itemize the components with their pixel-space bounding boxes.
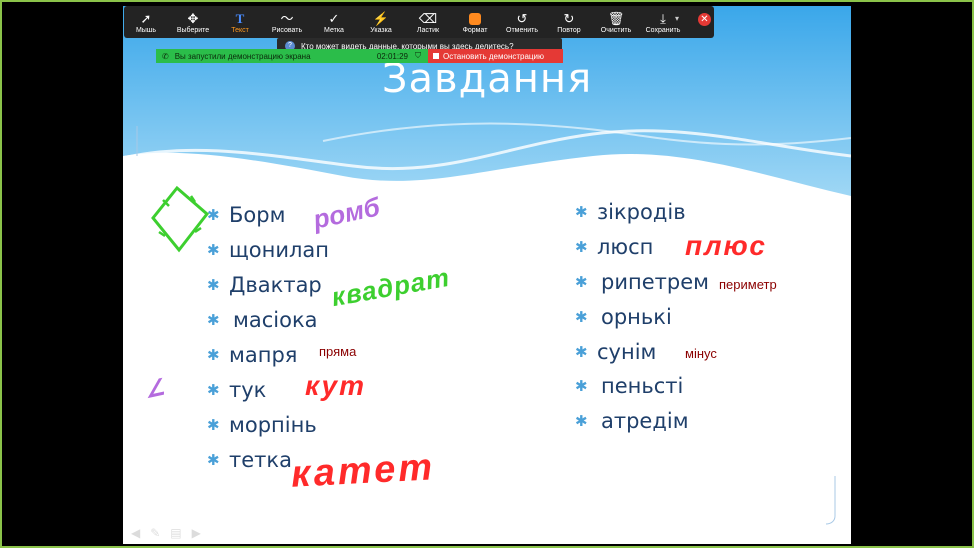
bullet-star-icon: ✱	[207, 381, 220, 399]
list-item: ✱ масіока	[207, 308, 318, 332]
tool-eraser[interactable]: ⌫ Ластик	[406, 11, 450, 34]
list-item: ✱ морпінь	[207, 413, 317, 437]
list-item: ✱ люсп	[575, 235, 654, 259]
annotation-plius: плюс	[685, 230, 767, 261]
bullet-star-icon: ✱	[575, 203, 588, 221]
list-item: ✱ сунім	[575, 340, 657, 364]
annotation-priama: пряма	[319, 344, 357, 359]
list-item: ✱ Борм	[207, 203, 286, 227]
bullet-star-icon: ✱	[207, 451, 220, 469]
menu-icon[interactable]: ▤	[170, 526, 181, 540]
tool-stamp[interactable]: ✓ Метка	[312, 11, 356, 34]
annotation-kut: кут	[305, 370, 367, 401]
bullet-star-icon: ✱	[575, 273, 588, 291]
text-icon: T	[235, 10, 245, 26]
rhombus-sketch-icon	[151, 185, 210, 253]
list-item: ✱ тук	[207, 378, 267, 402]
stop-icon	[433, 53, 439, 59]
trash-icon: 🗑	[607, 10, 625, 26]
list-item: ✱ мапря	[207, 343, 298, 367]
bullet-star-icon: ✱	[575, 412, 588, 430]
bullet-star-icon: ✱	[207, 311, 220, 329]
bullet-star-icon: ✱	[207, 346, 220, 364]
move-icon: ✥	[187, 10, 199, 26]
tool-spotlight[interactable]: ⚡ Указка	[359, 11, 403, 34]
close-icon[interactable]: ✕	[698, 13, 711, 26]
annotation-perymetr: периметр	[719, 277, 777, 292]
list-item: ✱ атредім	[575, 409, 689, 433]
draw-icon: 〜	[280, 10, 294, 26]
share-status: ✆ Вы запустили демонстрацию экрана 02:01…	[156, 49, 428, 63]
save-icon: ⤓	[660, 10, 666, 26]
list-item: ✱ зікродів	[575, 200, 686, 224]
tool-draw[interactable]: 〜 Рисовать	[265, 11, 309, 34]
presentation-slide: Завдання ✱ Борм ✱ щонилап ✱ Двактар ✱ масіок…	[123, 6, 851, 544]
share-timer: 02:01:29	[376, 51, 408, 61]
tool-undo[interactable]: ↺ Отменить	[500, 11, 544, 34]
list-item: ✱ пеньсті	[575, 374, 684, 398]
list-item: ✱ Двактар	[207, 273, 322, 297]
pen-icon[interactable]: ✎	[150, 526, 160, 540]
slide-nav-controls[interactable]: ◀ ✎ ▤ ▶	[131, 526, 201, 540]
annotation-katet: катет	[289, 446, 437, 496]
cursor-icon: ➚	[140, 10, 152, 26]
tool-mouse[interactable]: ➚ Мышь	[124, 11, 168, 34]
next-slide-icon[interactable]: ▶	[192, 526, 201, 540]
phone-icon: ✆	[162, 51, 169, 61]
bullet-star-icon: ✱	[575, 308, 588, 326]
format-icon	[469, 12, 481, 25]
annotation-minus: мінус	[685, 346, 717, 361]
redo-icon: ↻	[563, 10, 575, 26]
bullet-star-icon: ✱	[575, 343, 588, 361]
stop-share-button[interactable]: Остановить демонстрацию	[428, 49, 563, 63]
list-item: ✱ рипетрем	[575, 270, 709, 294]
tool-clear[interactable]: 🗑 Очистить	[594, 11, 638, 34]
eraser-icon: ⌫	[418, 10, 438, 26]
tool-select[interactable]: ✥ Выберите	[171, 11, 215, 34]
screen-share-bar: ✆ Вы запустили демонстрацию экрана 02:01…	[156, 49, 563, 63]
annotation-toolbar: ➚ Мышь ✥ Выберите T Текст 〜 Рисовать ✓ Метка …	[124, 6, 714, 38]
spotlight-icon: ⚡	[372, 10, 390, 26]
bullet-star-icon: ✱	[575, 238, 588, 256]
save-dropdown-chevron-down-icon[interactable]: ▾	[675, 14, 679, 23]
tool-redo[interactable]: ↻ Повтор	[547, 11, 591, 34]
bullet-star-icon: ✱	[207, 416, 220, 434]
stamp-icon: ✓	[328, 10, 340, 26]
tool-format[interactable]: Формат	[453, 11, 497, 34]
bullet-star-icon: ✱	[575, 377, 588, 395]
list-item: ✱ орнькі	[575, 305, 672, 329]
list-item: ✱ щонилап	[207, 238, 330, 262]
shield-icon: ⛉	[415, 51, 421, 60]
undo-icon: ↺	[516, 10, 528, 26]
tool-text[interactable]: T Текст	[218, 11, 262, 34]
list-item: ✱ тетка	[207, 448, 292, 472]
bullet-star-icon: ✱	[207, 276, 220, 294]
prev-slide-icon[interactable]: ◀	[131, 526, 140, 540]
